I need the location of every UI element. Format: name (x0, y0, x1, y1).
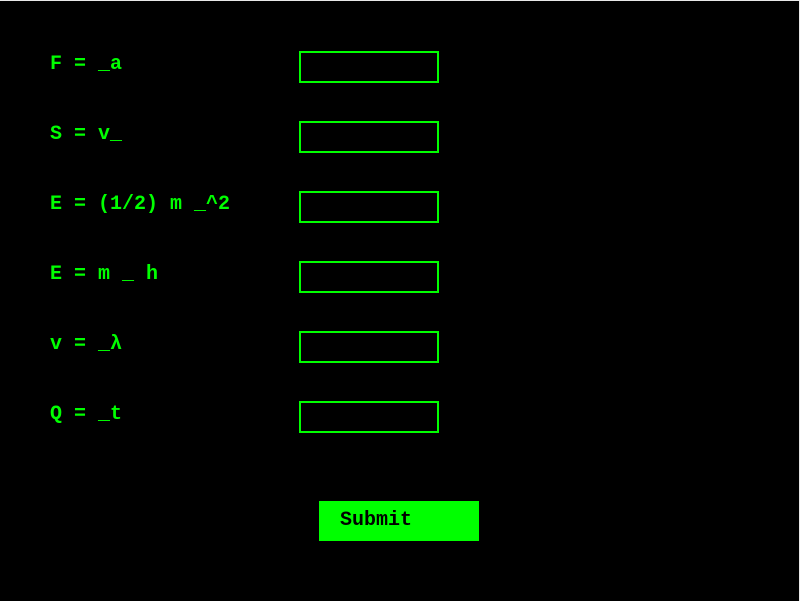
equation-label: S = v_ (50, 123, 123, 146)
submit-button[interactable]: Submit (319, 501, 479, 541)
equation-label: v = _λ (50, 333, 123, 356)
equation-row: F = _a (50, 51, 450, 83)
equation-label: Q = _t (50, 403, 123, 426)
equation-row: E = (1/2) m _^2 (50, 191, 450, 223)
equation-row: v = _λ (50, 331, 450, 363)
equation-row: S = v_ (50, 121, 450, 153)
equation-row: Q = _t (50, 401, 450, 433)
answer-input[interactable] (299, 331, 439, 363)
answer-input[interactable] (299, 121, 439, 153)
equation-label: E = (1/2) m _^2 (50, 193, 231, 216)
equation-label: E = m _ h (50, 263, 159, 286)
answer-input[interactable] (299, 191, 439, 223)
equation-row: E = m _ h (50, 261, 450, 293)
equation-label: F = _a (50, 53, 123, 76)
answer-input[interactable] (299, 261, 439, 293)
answer-input[interactable] (299, 51, 439, 83)
answer-input[interactable] (299, 401, 439, 433)
